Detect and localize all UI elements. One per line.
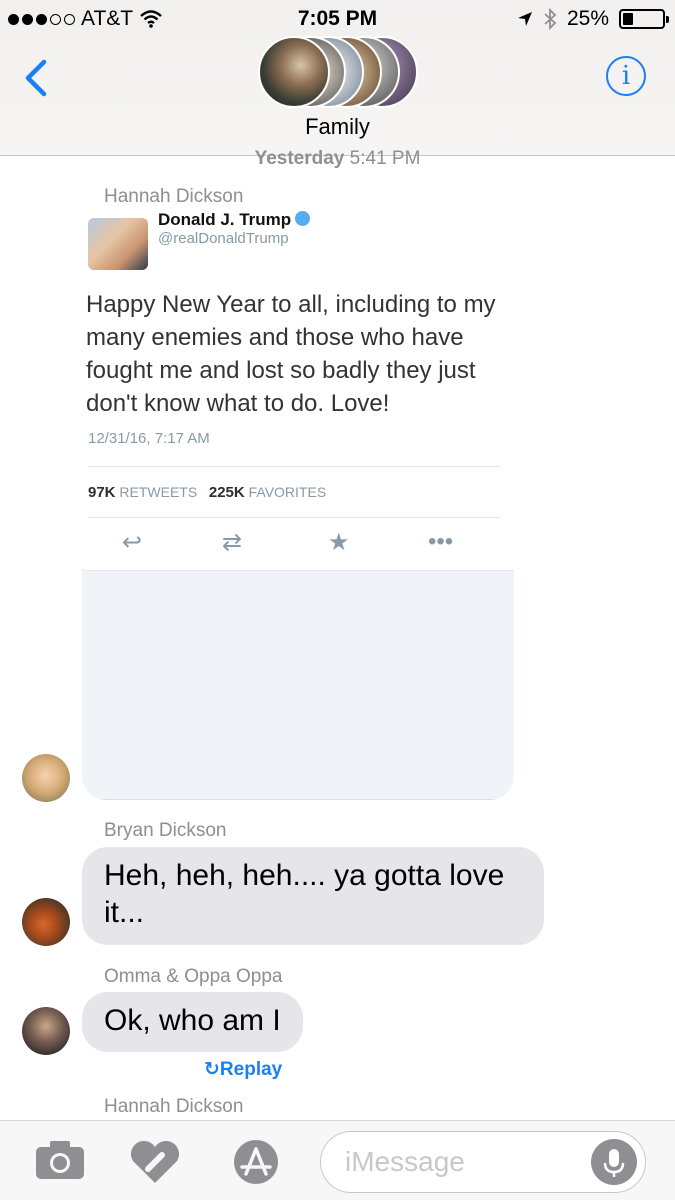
- sender-name: Omma & Oppa Oppa: [104, 966, 283, 987]
- more-icon[interactable]: •••: [428, 528, 453, 556]
- retweet-label: RETWEETS: [119, 484, 198, 500]
- timestamp-time: 5:41 PM: [349, 148, 421, 169]
- group-name[interactable]: Family: [0, 114, 675, 140]
- tweet-actions: ↩ ⇄ ★ •••: [112, 528, 472, 558]
- retweet-icon[interactable]: ⇄: [222, 528, 242, 557]
- divider: [88, 517, 500, 518]
- camera-icon[interactable]: [34, 1139, 86, 1181]
- digital-touch-icon[interactable]: [128, 1139, 182, 1185]
- avatar[interactable]: [22, 754, 70, 802]
- member-avatar: [258, 36, 330, 108]
- tweet-media-placeholder: [82, 570, 514, 800]
- back-chevron-icon[interactable]: [20, 58, 50, 98]
- microphone-icon[interactable]: [591, 1139, 637, 1185]
- battery-percent: 25%: [566, 7, 609, 30]
- status-bar: AT&T 7:05 PM 25%: [0, 0, 675, 36]
- verified-badge-icon: [295, 211, 311, 226]
- tweet-author-name: Donald J. Trump: [158, 210, 311, 230]
- reply-icon[interactable]: ↩: [122, 528, 142, 557]
- sender-name: Bryan Dickson: [104, 820, 227, 841]
- location-arrow-icon: [517, 12, 532, 26]
- battery-level: [623, 13, 633, 25]
- avatar[interactable]: [22, 1007, 70, 1055]
- message-bubble[interactable]: Ok, who am I: [82, 992, 303, 1052]
- message-input[interactable]: iMessage: [320, 1131, 646, 1193]
- thread-timestamp: Yesterday 5:41 PM: [0, 148, 675, 170]
- divider: [88, 466, 500, 467]
- info-icon[interactable]: i: [606, 56, 646, 96]
- app-store-icon[interactable]: [226, 1139, 286, 1185]
- tweet-text: Happy New Year to all, including to my m…: [86, 291, 496, 417]
- sender-name: Hannah Dickson: [104, 1096, 244, 1117]
- tweet-avatar: [88, 218, 148, 270]
- tweet-stats: 97K RETWEETS 225K FAVORITES: [88, 484, 326, 501]
- compose-bar: iMessage: [0, 1120, 675, 1200]
- tweet-card[interactable]: Donald J. Trump @realDonaldTrump Happy N…: [82, 206, 514, 800]
- tweet-date: 12/31/16, 7:17 AM: [88, 430, 210, 447]
- message-input-placeholder: iMessage: [345, 1146, 465, 1177]
- timestamp-day: Yesterday: [254, 148, 345, 169]
- group-avatars[interactable]: [258, 36, 418, 108]
- favorite-count: 225K: [208, 484, 245, 501]
- tweet-handle: @realDonaldTrump: [158, 230, 289, 247]
- avatar[interactable]: [22, 898, 70, 946]
- replay-icon: ↻: [204, 1059, 220, 1080]
- bluetooth-icon: [544, 8, 557, 30]
- tweet-author: Donald J. Trump @realDonaldTrump: [88, 210, 508, 272]
- message-bubble[interactable]: Heh, heh, heh.... ya gotta love it...: [82, 847, 544, 945]
- retweet-count: 97K: [88, 484, 116, 501]
- favorite-label: FAVORITES: [248, 484, 327, 500]
- sender-name: Hannah Dickson: [104, 186, 244, 207]
- replay-link[interactable]: ↻Replay: [204, 1058, 282, 1081]
- favorite-star-icon[interactable]: ★: [328, 528, 350, 557]
- battery-icon: [619, 9, 669, 29]
